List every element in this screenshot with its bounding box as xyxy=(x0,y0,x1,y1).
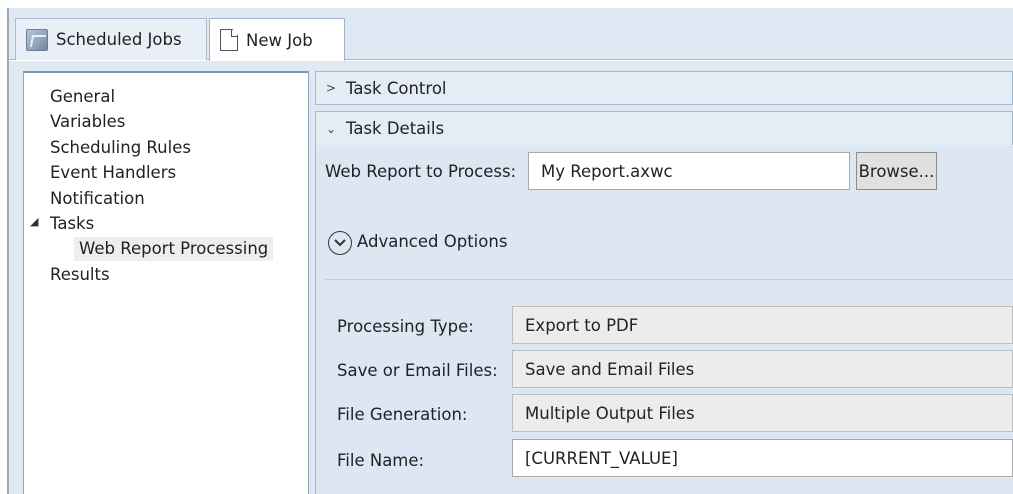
web-report-field[interactable]: My Report.axwc xyxy=(528,152,850,190)
file-name-label: File Name: xyxy=(337,451,425,470)
save-email-label: Save or Email Files: xyxy=(337,361,498,380)
document-icon xyxy=(220,29,238,51)
job-editor: General Variables Scheduling Rules Event… xyxy=(9,61,1013,494)
task-panel: > Task Control ⌄ Task Details Web Report… xyxy=(315,71,1013,494)
web-report-label: Web Report to Process: xyxy=(325,162,517,181)
chevron-right-icon: > xyxy=(326,81,337,95)
tree-item-notification[interactable]: Notification xyxy=(50,187,145,211)
task-details-header[interactable]: ⌄ Task Details xyxy=(315,111,1013,145)
tree-item-web-report-processing[interactable]: Web Report Processing xyxy=(74,237,274,261)
chevron-down-icon: ⌄ xyxy=(326,121,337,136)
tree-item-event-handlers[interactable]: Event Handlers xyxy=(50,161,176,185)
tree-item-variables[interactable]: Variables xyxy=(50,110,125,134)
app-window: Scheduled Jobs New Job General Variables… xyxy=(0,0,1013,494)
tab-strip: Scheduled Jobs New Job xyxy=(9,8,1013,61)
collapse-triangle-icon[interactable]: ◢ xyxy=(30,215,38,228)
task-control-header[interactable]: > Task Control xyxy=(315,71,1013,105)
advanced-options-toggle[interactable]: Advanced Options xyxy=(357,232,507,251)
tab-scheduled-jobs[interactable]: Scheduled Jobs xyxy=(15,18,207,60)
section-title: Task Control xyxy=(346,78,447,98)
save-email-select[interactable]: Save and Email Files xyxy=(512,350,1013,388)
file-generation-select[interactable]: Multiple Output Files xyxy=(512,394,1013,432)
calendar-icon xyxy=(26,28,48,51)
processing-type-label: Processing Type: xyxy=(337,317,474,336)
tree-item-scheduling-rules[interactable]: Scheduling Rules xyxy=(50,136,191,160)
divider xyxy=(325,279,1013,280)
tree-item-tasks[interactable]: Tasks xyxy=(50,212,94,236)
expand-circle-icon[interactable] xyxy=(328,231,352,255)
tab-new-job[interactable]: New Job xyxy=(209,18,345,61)
tab-label: Scheduled Jobs xyxy=(56,30,182,49)
navigation-tree: General Variables Scheduling Rules Event… xyxy=(23,71,309,494)
tree-item-general[interactable]: General xyxy=(50,85,115,109)
processing-type-select[interactable]: Export to PDF xyxy=(512,306,1013,344)
browse-button[interactable]: Browse... xyxy=(856,152,937,190)
file-name-input[interactable]: [CURRENT_VALUE] xyxy=(512,439,1013,477)
file-generation-label: File Generation: xyxy=(337,405,468,424)
tab-label: New Job xyxy=(246,30,313,50)
section-title: Task Details xyxy=(346,119,445,138)
task-details-body: Web Report to Process: My Report.axwc Br… xyxy=(315,145,1013,494)
tree-item-results[interactable]: Results xyxy=(50,263,110,287)
